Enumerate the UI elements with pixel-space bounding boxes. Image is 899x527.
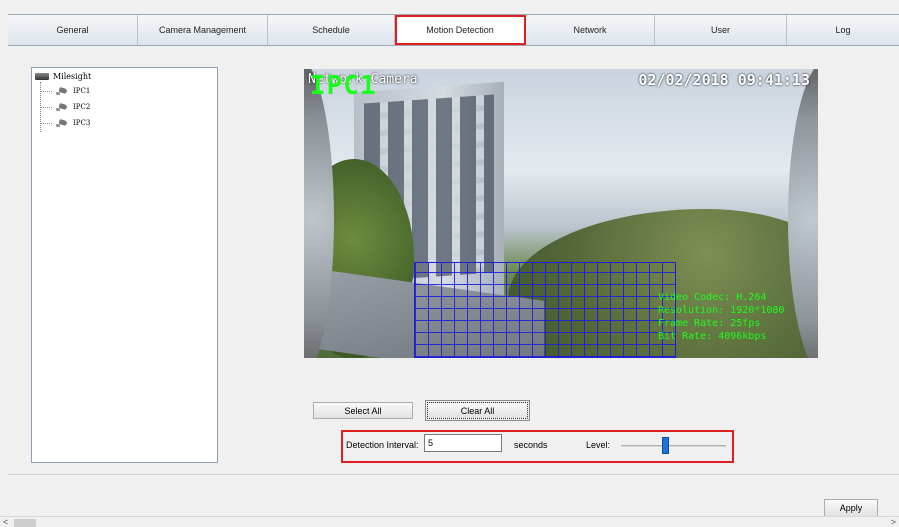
tree-root-label: Milesight xyxy=(53,72,92,81)
select-all-button[interactable]: Select All xyxy=(313,402,413,419)
osd-timestamp: 02/02/2018 09:41:13 xyxy=(638,71,810,89)
tab-bar: General Camera Management Schedule Motio… xyxy=(8,14,899,46)
scrollbar-thumb[interactable] xyxy=(14,519,36,527)
tab-label: Motion Detection xyxy=(426,25,494,35)
level-slider-thumb[interactable] xyxy=(661,437,669,454)
camera-icon xyxy=(56,119,68,127)
osd-stream-stats: Video Codec: H.264 Resolution: 1920*1080… xyxy=(658,292,785,342)
scroll-left-arrow-icon[interactable]: < xyxy=(3,517,8,527)
tab-log[interactable]: Log xyxy=(787,15,899,45)
tab-label: Schedule xyxy=(312,25,350,35)
detection-interval-input[interactable]: 5 xyxy=(424,434,502,452)
horizontal-scrollbar[interactable]: < > xyxy=(0,516,899,527)
motion-detection-area-grid[interactable] xyxy=(414,262,676,358)
tree-item-label: IPC1 xyxy=(73,87,91,95)
tab-label: Camera Management xyxy=(158,25,247,35)
tree-root-node[interactable]: Milesight xyxy=(35,72,91,81)
tab-label: Log xyxy=(835,25,851,35)
level-slider-track[interactable] xyxy=(621,445,726,447)
tab-label: Network xyxy=(573,25,607,35)
tab-schedule[interactable]: Schedule xyxy=(268,15,395,45)
tab-label: General xyxy=(56,25,89,35)
scroll-right-arrow-icon[interactable]: > xyxy=(891,517,896,527)
tree-item-ipc1[interactable]: IPC1 xyxy=(39,87,91,95)
divider xyxy=(8,474,899,475)
camera-icon xyxy=(56,103,68,111)
tab-general[interactable]: General xyxy=(8,15,138,45)
tree-item-label: IPC2 xyxy=(73,103,91,111)
tab-network[interactable]: Network xyxy=(526,15,655,45)
camera-icon xyxy=(56,87,68,95)
tree-item-label: IPC3 xyxy=(73,119,91,127)
camera-tree[interactable]: Milesight IPC1 IPC2 IPC3 xyxy=(31,67,218,463)
computer-icon xyxy=(35,73,49,80)
tab-camera-management[interactable]: Camera Management xyxy=(138,15,268,45)
tab-label: User xyxy=(710,25,730,35)
camera-video-preview[interactable]: Network Camera IPC1 02/02/2018 09:41:13 … xyxy=(304,69,818,358)
tree-item-ipc2[interactable]: IPC2 xyxy=(39,103,91,111)
apply-button[interactable]: Apply xyxy=(824,499,878,517)
tab-user[interactable]: User xyxy=(655,15,787,45)
detection-interval-unit: seconds xyxy=(514,440,548,450)
osd-ipc-label: IPC1 xyxy=(310,71,377,101)
motion-detection-window: General Camera Management Schedule Motio… xyxy=(0,0,899,527)
tab-motion-detection[interactable]: Motion Detection xyxy=(395,15,526,45)
tree-item-ipc3[interactable]: IPC3 xyxy=(39,119,91,127)
clear-all-button[interactable]: Clear All xyxy=(425,400,530,421)
level-label: Level: xyxy=(586,440,611,450)
detection-interval-label: Detection Interval: xyxy=(346,440,419,450)
